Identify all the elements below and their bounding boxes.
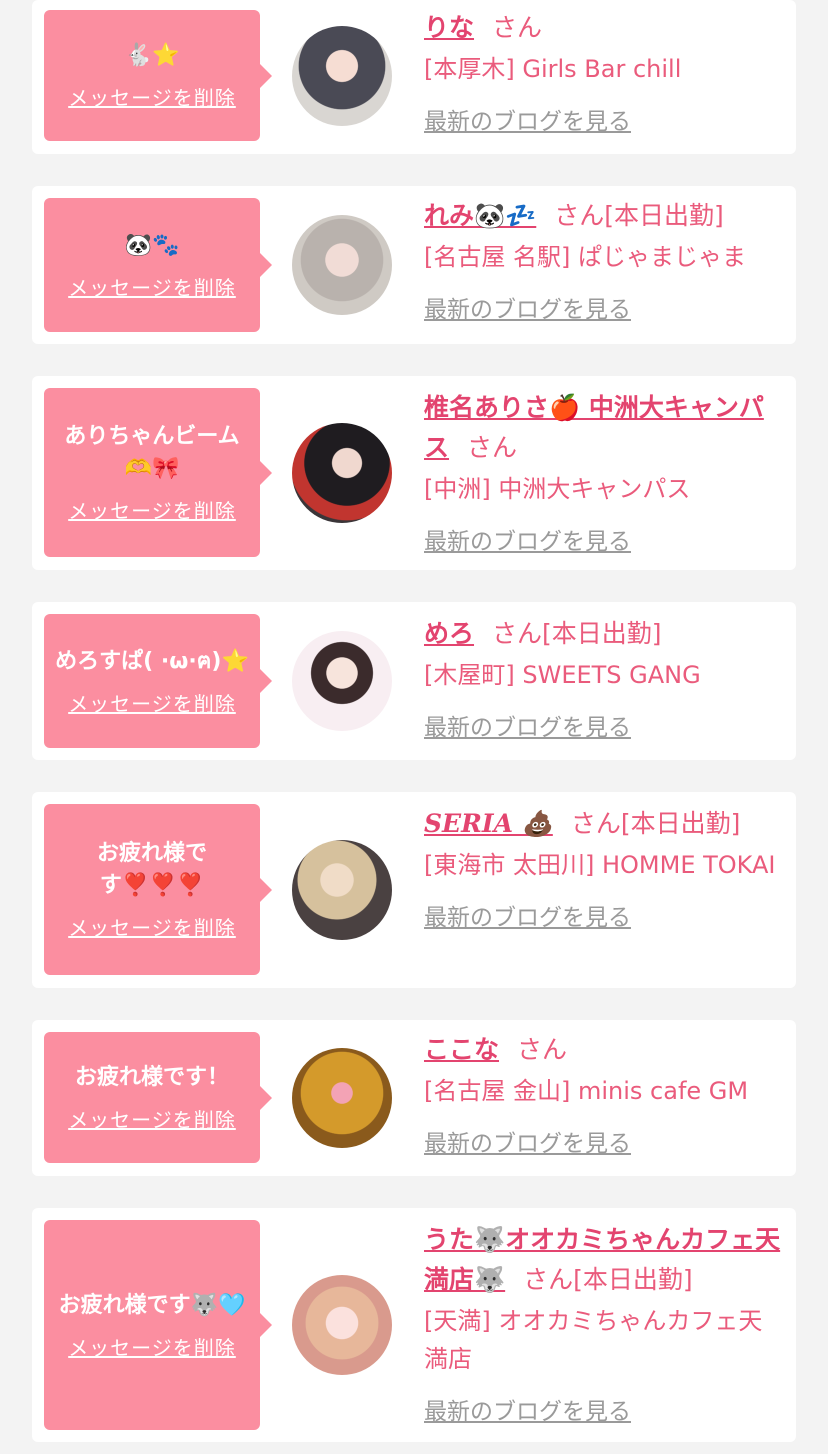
latest-blog-link[interactable]: 最新のブログを見る bbox=[424, 1124, 631, 1158]
message-text: お疲れ様です！ bbox=[74, 1065, 229, 1090]
status-badge: [本日出勤] bbox=[573, 1265, 693, 1294]
latest-blog-link[interactable]: 最新のブログを見る bbox=[424, 708, 631, 742]
message-bubble: お疲れ様です！ メッセージを削除 bbox=[44, 1032, 272, 1163]
honorific: さん bbox=[523, 1265, 574, 1294]
honorific: さん bbox=[517, 1035, 568, 1064]
delete-message-link[interactable]: メッセージを削除 bbox=[68, 272, 236, 301]
delete-message-link[interactable]: メッセージを削除 bbox=[68, 912, 236, 941]
message-bubble: お疲れ様です❣️❣️❣️ メッセージを削除 bbox=[44, 804, 272, 975]
cast-name-link[interactable]: ここな bbox=[424, 1035, 499, 1064]
shop-name: [名古屋 金山] minis cafe GM bbox=[424, 1077, 749, 1105]
shop-name: [名古屋 名駅] ぱじゃまじゃま bbox=[424, 243, 746, 271]
shop-name: [本厚木] Girls Bar chill bbox=[424, 55, 682, 83]
message-bubble: めろすぱ( ·ω·ฅ)⭐ メッセージを削除 bbox=[44, 614, 272, 748]
message-card: 🐼🐾 メッセージを削除 れみ🐼💤 さん[本日出勤] [名古屋 名駅] ぱじゃまじゃ… bbox=[32, 186, 796, 344]
avatar[interactable] bbox=[292, 1048, 392, 1148]
message-bubble: 🐇⭐ メッセージを削除 bbox=[44, 10, 272, 141]
message-bubble: ありちゃんビーム🫶🎀 メッセージを削除 bbox=[44, 388, 272, 557]
status-badge: [本日出勤] bbox=[542, 619, 662, 648]
message-text: 🐇⭐ bbox=[124, 43, 180, 68]
avatar[interactable] bbox=[292, 423, 392, 523]
shop-name: [東海市 太田川] HOMME TOKAI bbox=[424, 851, 776, 879]
message-card: お疲れ様です🐺🩵 メッセージを削除 うた🐺オオカミちゃんカフェ天満店🐺 さん[本日… bbox=[32, 1208, 796, 1442]
message-text: 🐼🐾 bbox=[124, 232, 180, 258]
cast-name-link[interactable]: りな bbox=[424, 13, 474, 42]
status-badge: [本日出勤] bbox=[604, 201, 724, 230]
delete-message-link[interactable]: メッセージを削除 bbox=[68, 1104, 236, 1133]
avatar[interactable] bbox=[292, 1275, 392, 1375]
message-text: めろすぱ( ·ω·ฅ)⭐ bbox=[55, 648, 249, 674]
message-text: ありちゃんビーム🫶🎀 bbox=[64, 424, 240, 481]
message-card: めろすぱ( ·ω·ฅ)⭐ メッセージを削除 めろ さん[本日出勤] [木屋町] S… bbox=[32, 602, 796, 760]
avatar[interactable] bbox=[292, 215, 392, 315]
status-badge: [本日出勤] bbox=[620, 809, 741, 838]
cast-name-link[interactable]: SERIA 💩 bbox=[424, 809, 553, 838]
delete-message-link[interactable]: メッセージを削除 bbox=[68, 1332, 236, 1361]
message-card: ありちゃんビーム🫶🎀 メッセージを削除 椎名ありさ🍎 中洲大キャンパス さん [中… bbox=[32, 376, 796, 570]
message-text: お疲れ様です🐺🩵 bbox=[58, 1292, 246, 1318]
honorific: さん bbox=[492, 13, 543, 42]
latest-blog-link[interactable]: 最新のブログを見る bbox=[424, 522, 631, 556]
message-text: お疲れ様です❣️❣️❣️ bbox=[96, 841, 207, 898]
honorific: さん bbox=[570, 809, 621, 838]
shop-name: [木屋町] SWEETS GANG bbox=[424, 661, 701, 689]
avatar[interactable] bbox=[292, 840, 392, 940]
message-bubble: 🐼🐾 メッセージを削除 bbox=[44, 198, 272, 332]
latest-blog-link[interactable]: 最新のブログを見る bbox=[424, 290, 631, 324]
delete-message-link[interactable]: メッセージを削除 bbox=[68, 82, 236, 111]
avatar[interactable] bbox=[292, 26, 392, 126]
cast-name-link[interactable]: れみ🐼💤 bbox=[424, 201, 536, 230]
delete-message-link[interactable]: メッセージを削除 bbox=[68, 495, 236, 524]
avatar[interactable] bbox=[292, 631, 392, 731]
message-card: お疲れ様です❣️❣️❣️ メッセージを削除 SERIA 💩 さん[本日出勤] [東… bbox=[32, 792, 796, 988]
latest-blog-link[interactable]: 最新のブログを見る bbox=[424, 898, 631, 932]
message-bubble: お疲れ様です🐺🩵 メッセージを削除 bbox=[44, 1220, 272, 1430]
delete-message-link[interactable]: メッセージを削除 bbox=[68, 688, 236, 717]
latest-blog-link[interactable]: 最新のブログを見る bbox=[424, 1392, 631, 1426]
message-card: 🐇⭐ メッセージを削除 りな さん [本厚木] Girls Bar chill 最… bbox=[32, 0, 796, 154]
cast-name-link[interactable]: めろ bbox=[424, 619, 474, 648]
message-card: お疲れ様です！ メッセージを削除 ここな さん [名古屋 金山] minis ca… bbox=[32, 1020, 796, 1176]
honorific: さん bbox=[492, 619, 543, 648]
shop-name: [天満] オオカミちゃんカフェ天満店 bbox=[424, 1307, 763, 1373]
latest-blog-link[interactable]: 最新のブログを見る bbox=[424, 102, 631, 136]
honorific: さん bbox=[554, 201, 605, 230]
honorific: さん bbox=[467, 433, 518, 462]
shop-name: [中洲] 中洲大キャンパス bbox=[424, 475, 691, 503]
